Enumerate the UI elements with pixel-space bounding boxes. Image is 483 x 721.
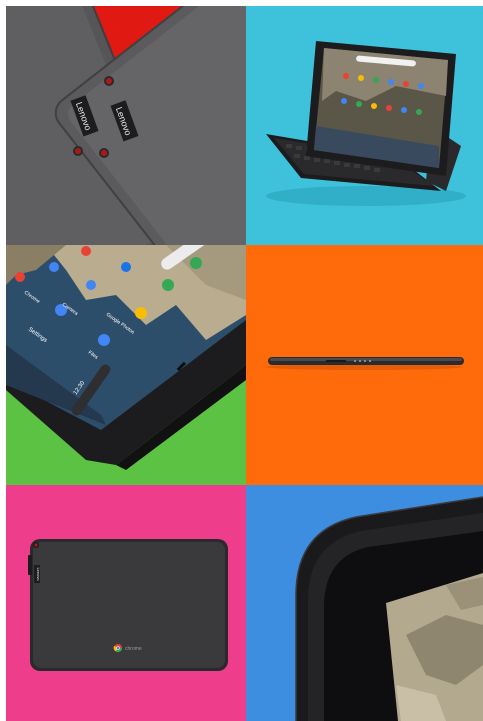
tablet-back-chrome-illustration: Lenovo chrome [6, 485, 246, 721]
photo-tile-cyan-tablet-keyboard [246, 6, 483, 245]
photo-tile-pink-tablet-back: Lenovo chrome [6, 485, 246, 721]
tablet-side-view-illustration [246, 245, 483, 485]
corner-closeup-illustration [246, 485, 483, 721]
photo-tile-orange-side-view [246, 245, 483, 485]
product-photo-grid: Lenovo Lenovo Settings Camera Google Pho… [6, 6, 483, 721]
photo-tile-green-screen-closeup: Settings Camera Google Photos Chrome Fil… [6, 245, 246, 485]
tablet-with-keyboard-illustration [246, 6, 483, 245]
screen-closeup-illustration: Settings Camera Google Photos Chrome Fil… [6, 245, 246, 485]
chrome-wordmark: chrome [125, 646, 142, 652]
photo-tile-blue-corner-closeup [246, 485, 483, 721]
tablet-backs-illustration: Lenovo Lenovo [6, 6, 246, 245]
photo-tile-red-tablet-backs: Lenovo Lenovo [6, 6, 246, 245]
lenovo-badge-pink: Lenovo [36, 567, 41, 581]
